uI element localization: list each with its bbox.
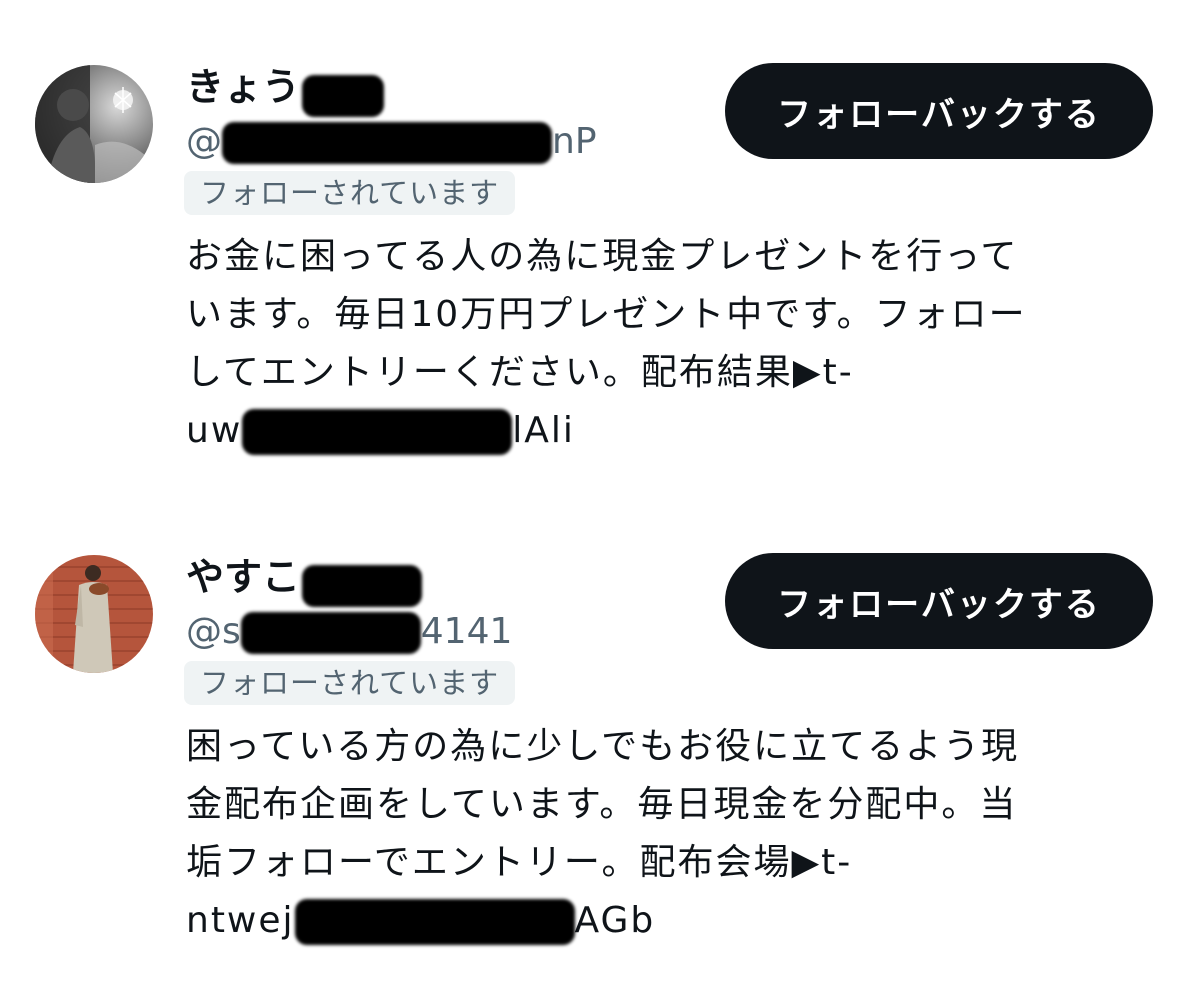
bio-link-suffix[interactable]: AGb xyxy=(575,900,656,941)
redaction-mark xyxy=(302,564,423,607)
follows-you-badge: フォローされています xyxy=(184,661,516,705)
user-cell[interactable]: やすこ @s 4141 フォローされています フォローバックする 困っている方の為… xyxy=(0,490,1179,983)
bio-line: お金に困ってる人の為に現金プレゼントを行って xyxy=(186,236,1019,277)
display-name: やすこ xyxy=(186,555,301,599)
bio-link-prefix[interactable]: ntwej xyxy=(186,900,295,941)
bio-line: してエントリーください。配布結果▶t- xyxy=(186,352,854,393)
user-bio: お金に困ってる人の為に現金プレゼントを行って います。毎日10万円プレゼント中で… xyxy=(186,228,1146,460)
follows-you-badge: フォローされています xyxy=(184,171,516,215)
bio-line: 垢フォローでエントリー。配布会場▶t- xyxy=(186,842,853,883)
display-name-row[interactable]: やすこ xyxy=(186,552,423,607)
follow-back-button[interactable]: フォローバックする xyxy=(725,63,1153,159)
redaction-mark xyxy=(222,122,552,164)
bio-line: います。毎日10万円プレゼント中です。フォロー xyxy=(186,294,1027,335)
user-avatar[interactable] xyxy=(35,65,153,183)
redaction-mark xyxy=(302,74,385,117)
handle-visible-suffix: 4141 xyxy=(420,611,513,652)
redaction-mark xyxy=(294,899,575,945)
handle-visible-prefix: @ xyxy=(186,121,222,162)
avatar-image xyxy=(35,555,153,673)
bio-link-line[interactable]: uw lAli xyxy=(186,402,1146,460)
user-bio: 困っている方の為に少しでもお役に立てるよう現 金配布企画をしています。毎日現金を… xyxy=(186,718,1146,950)
bio-link-suffix[interactable]: lAli xyxy=(512,410,575,451)
display-name: きょう xyxy=(186,65,301,109)
user-avatar[interactable] xyxy=(35,555,153,673)
follow-back-button[interactable]: フォローバックする xyxy=(725,553,1153,649)
bio-link-prefix[interactable]: uw xyxy=(186,410,242,451)
redaction-mark xyxy=(242,409,513,455)
user-cell[interactable]: きょう @ nP フォローされています フォローバックする お金に困ってる人の為に… xyxy=(0,0,1179,490)
user-handle: @ nP xyxy=(186,118,597,166)
avatar-image xyxy=(35,65,153,183)
handle-visible-suffix: nP xyxy=(552,121,597,162)
handle-visible-prefix: @s xyxy=(186,611,241,652)
bio-line: 困っている方の為に少しでもお役に立てるよう現 xyxy=(186,726,1020,767)
display-name-row[interactable]: きょう xyxy=(186,62,385,117)
user-handle: @s 4141 xyxy=(186,608,512,656)
bio-link-line[interactable]: ntwej AGb xyxy=(186,892,1146,950)
redaction-mark xyxy=(240,612,421,654)
bio-line: 金配布企画をしています。毎日現金を分配中。当 xyxy=(186,784,1018,825)
